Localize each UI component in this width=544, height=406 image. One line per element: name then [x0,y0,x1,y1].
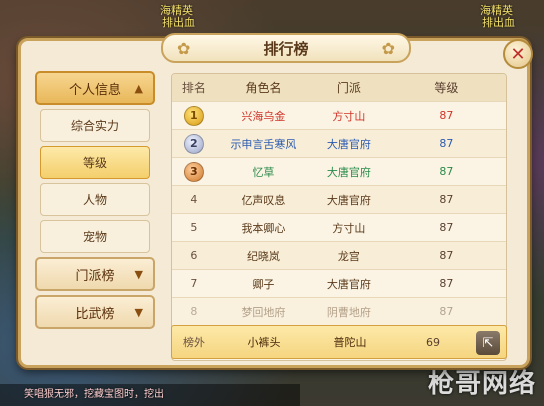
silver-medal-icon: 2 [183,133,204,154]
player-level: 87 [439,221,454,234]
table-header: 排名 角色名 门派 等级 [172,74,506,102]
player-sect: 方寸山 [332,109,366,123]
category-label: 门派榜 [75,268,115,284]
player-level: 87 [439,249,454,262]
close-button[interactable]: ✕ [503,39,533,69]
player-name: 兴海乌金 [241,109,286,123]
player-name: 梦回地府 [241,305,286,319]
gold-medal-icon: 1 [183,105,204,126]
player-sect: 大唐官府 [326,193,371,207]
sidebar-item-character[interactable]: 人物 [40,183,150,216]
sidebar-item-pet[interactable]: 宠物 [40,220,150,253]
player-level: 87 [439,137,454,150]
table-row[interactable]: 3 忆草 大唐官府 87 [172,158,506,186]
my-level: 69 [426,335,440,349]
column-header-rank: 排名 [181,81,206,95]
category-label: 比武榜 [75,306,115,322]
sidebar-item-level[interactable]: 等级 [40,146,150,179]
column-header-level: 等级 [434,81,459,95]
chevron-down-icon: ▼ [134,267,143,281]
player-name: 纪晓岚 [246,249,280,263]
my-rank-row: 榜外 小裤头 普陀山 69 ⇱ [171,325,507,359]
sidebar-category-sect[interactable]: 门派榜 ▼ [35,257,155,291]
sidebar-item-label: 人物 [82,193,107,207]
panel-header: ✿ 排行榜 ✿ [161,33,411,63]
panel-title: 排行榜 [263,39,309,58]
category-label: 个人信息 [68,82,121,98]
table-row[interactable]: 1 兴海乌金 方寸山 87 [172,102,506,130]
table-row[interactable]: 4 亿声叹息 大唐官府 87 [172,186,506,214]
chevron-down-icon: ▼ [134,305,143,319]
leaderboard-panel: ✿ 排行榜 ✿ ✕ 个人信息 ▲ 综合实力 等级 人物 宠物 门派榜 ▼ 比武榜… [18,33,533,368]
sidebar: 个人信息 ▲ 综合实力 等级 人物 宠物 门派榜 ▼ 比武榜 ▼ [35,71,159,361]
player-sect: 大唐官府 [326,137,371,151]
player-name: 忆草 [252,165,275,179]
sidebar-item-label: 综合实力 [70,119,119,133]
player-sect: 方寸山 [332,221,366,235]
player-name: 示申言舌寒风 [230,137,297,151]
player-name: 我本卿心 [241,221,286,235]
table-row[interactable]: 5 我本卿心 方寸山 87 [172,214,506,242]
table-row[interactable]: 2 示申言舌寒风 大唐官府 87 [172,130,506,158]
scene-overhead-text: 排出血 [482,16,515,29]
chevron-up-icon: ▲ [134,81,143,95]
my-name: 小裤头 [247,336,281,349]
sidebar-item-label: 宠物 [82,230,107,244]
sidebar-item-label: 等级 [82,156,107,170]
player-rank: 8 [190,305,198,318]
bronze-medal-icon: 3 [183,161,204,182]
sidebar-category-arena[interactable]: 比武榜 ▼ [35,295,155,329]
ranking-table: 排名 角色名 门派 等级 1 兴海乌金 方寸山 87 2 示申言舌寒风 大唐官府… [171,73,507,361]
table-row[interactable]: 6 纪晓岚 龙宫 87 [172,242,506,270]
player-level: 87 [439,305,454,318]
share-button[interactable]: ⇱ [476,331,500,355]
player-rank: 6 [190,249,198,262]
player-level: 87 [439,109,454,122]
scene-overhead-text: 排出血 [162,16,195,29]
player-sect: 龙宫 [337,249,360,263]
player-level: 87 [439,277,454,290]
player-name: 卿子 [252,277,275,291]
player-rank: 5 [190,221,198,234]
my-sect: 普陀山 [333,336,367,349]
player-name: 亿声叹息 [241,193,286,207]
player-rank: 4 [190,193,198,206]
chat-message: 笑唱狠无邪，挖藏宝图时，挖出 [24,389,164,400]
player-rank: 7 [190,277,198,290]
share-icon: ⇱ [482,335,494,351]
table-row[interactable]: 8 梦回地府 阴曹地府 87 [172,298,506,326]
close-icon: ✕ [510,43,526,65]
column-header-name: 角色名 [245,81,282,95]
player-sect: 阴曹地府 [326,305,371,319]
player-sect: 大唐官府 [326,277,371,291]
my-rank: 榜外 [183,336,205,349]
column-header-sect: 门派 [336,81,361,95]
table-row[interactable]: 7 卿子 大唐官府 87 [172,270,506,298]
player-level: 87 [439,165,454,178]
cloud-deco-icon: ✿ [381,39,395,58]
player-level: 87 [439,193,454,206]
watermark: 枪哥网络 [427,369,536,399]
cloud-deco-icon: ✿ [177,39,191,58]
player-sect: 大唐官府 [326,165,371,179]
sidebar-category-personal[interactable]: 个人信息 ▲ [35,71,155,105]
sidebar-item-overall[interactable]: 综合实力 [40,109,150,142]
